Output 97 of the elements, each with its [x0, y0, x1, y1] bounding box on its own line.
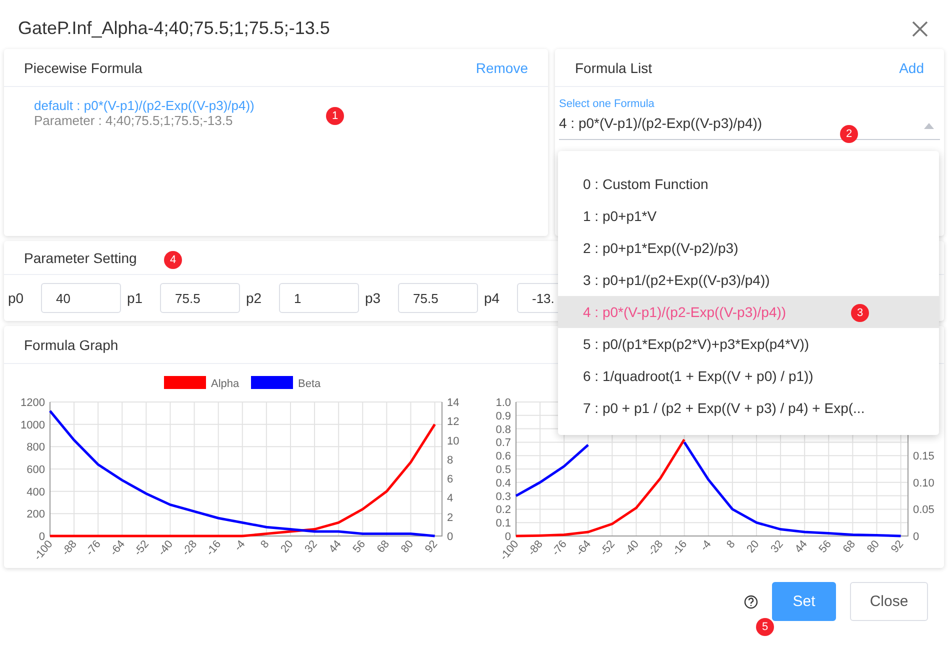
axis-tick-label: -40	[156, 538, 176, 558]
parameter-label: p2	[246, 290, 263, 306]
axis-tick-label: 400	[26, 486, 45, 498]
number-badge: 5	[756, 618, 774, 636]
axis-tick-label: -64	[108, 538, 128, 558]
close-button[interactable]	[910, 18, 930, 38]
axis-tick-label: 80	[398, 538, 416, 556]
axis-tick-label: 0.2	[496, 504, 511, 516]
axis-tick-label: 8	[447, 454, 454, 466]
axis-tick-label: 14	[447, 397, 460, 409]
axis-tick-label: -16	[204, 538, 224, 558]
axis-tick-label: 12	[447, 416, 460, 428]
number-badge: 3	[851, 304, 869, 322]
dropdown-option[interactable]: 5 : p0/(p1*Exp(p2*V)+p3*Exp(p4*V))	[558, 328, 939, 360]
dropdown-option[interactable]: 2 : p0+p1*Exp((V-p2)/p3)	[558, 232, 939, 264]
axis-tick-label: 44	[792, 538, 810, 556]
axis-tick-label: 2	[447, 512, 454, 524]
axis-tick-label: 0.6	[496, 450, 511, 463]
axis-tick-label: -28	[646, 538, 666, 558]
axis-tick-label: 0.5	[496, 464, 511, 476]
dropdown-option[interactable]: 6 : 1/quadroot(1 + Exp((V + p0) / p1))	[558, 360, 939, 392]
axis-tick-label: 800	[26, 442, 45, 454]
axis-tick-label: 10	[447, 435, 460, 448]
axis-tick-label: 1000	[20, 419, 45, 432]
axis-tick-label: 0	[38, 531, 45, 543]
axis-tick-label: -52	[132, 538, 152, 558]
formula-text: default : p0*(V-p1)/(p2-Exp((V-p3)/p4))	[34, 98, 254, 113]
axis-tick-label: 32	[302, 538, 320, 556]
dropdown-option[interactable]: 1 : p0+p1*V	[558, 200, 939, 232]
parameter-label: p4	[484, 290, 501, 306]
axis-tick-label: 92	[423, 538, 440, 556]
legend-swatch	[164, 376, 206, 389]
panel-title: Piecewise Formula	[24, 60, 142, 76]
axis-tick-label: 20	[744, 538, 762, 556]
axis-tick-label: 8	[724, 538, 738, 551]
axis-tick-label: 56	[816, 538, 834, 556]
axis-tick-label: -4	[698, 538, 714, 554]
legend-label: Beta	[298, 378, 321, 390]
axis-tick-label: -76	[84, 538, 104, 558]
axis-tick-label: 1.0	[496, 397, 511, 409]
dropdown-option[interactable]: 4 : p0*(V-p1)/(p2-Exp((V-p3)/p4)) 3	[558, 296, 939, 328]
axis-tick-label: 0	[447, 531, 454, 543]
number-badge: 2	[840, 125, 858, 143]
legend-label: Alpha	[211, 378, 240, 390]
axis-tick-label: -52	[598, 538, 618, 558]
window-title: GateP.Inf_Alpha-4;40;75.5;1;75.5;-13.5	[18, 18, 330, 39]
parameter-input[interactable]: 40	[41, 283, 121, 313]
axis-tick-label: -40	[622, 538, 642, 558]
axis-tick-label: 44	[326, 538, 344, 556]
axis-tick-label: 0.7	[496, 437, 511, 450]
dropdown-option[interactable]: 0 : Custom Function	[558, 168, 939, 200]
axis-tick-label: -88	[60, 538, 80, 558]
axis-tick-label: 20	[278, 538, 296, 556]
parameter-text: Parameter : 4;40;75.5;1;75.5;-13.5	[34, 113, 233, 128]
axis-tick-label: 0.8	[496, 424, 511, 436]
axis-tick-label: 0.15	[913, 450, 934, 463]
axis-tick-label: 4	[447, 492, 454, 505]
axis-tick-label: 0.10	[913, 477, 934, 490]
axis-tick-label: 56	[350, 538, 368, 556]
panel-title: Formula List	[575, 60, 652, 76]
axis-tick-label: 1200	[20, 397, 45, 409]
parameter-input[interactable]: 75.5	[398, 283, 478, 313]
close-button[interactable]: Close	[850, 582, 928, 621]
axis-tick-label: 80	[864, 538, 882, 556]
axis-tick-label: -16	[670, 538, 690, 558]
axis-tick-label: 8	[258, 538, 272, 551]
help-icon	[744, 594, 758, 608]
axis-tick-label: 200	[26, 508, 45, 521]
parameter-input[interactable]: 1	[279, 283, 359, 313]
axis-tick-label: 0.05	[913, 504, 934, 516]
axis-tick-label: -4	[232, 538, 248, 554]
axis-tick-label: 0.9	[496, 410, 511, 422]
axis-tick-label: -64	[574, 538, 594, 558]
number-badge: 4	[164, 251, 182, 269]
parameter-label: p3	[365, 290, 382, 306]
axis-tick-label: 600	[26, 464, 45, 476]
axis-tick-label: 32	[768, 538, 786, 556]
axis-tick-label: -76	[550, 538, 570, 558]
axis-tick-label: 0	[913, 531, 920, 543]
axis-tick-label: 0.1	[496, 518, 511, 530]
parameter-label: p1	[127, 290, 144, 306]
axis-tick-label: 6	[447, 474, 454, 486]
panel-title: Parameter Setting	[24, 250, 137, 266]
parameter-label: p0	[8, 290, 25, 306]
axis-tick-label: 68	[374, 538, 392, 556]
axis-tick-label: 0.4	[496, 477, 511, 490]
axis-tick-label: 68	[840, 538, 858, 556]
dropdown-option[interactable]: 7 : p0 + p1 / (p2 + Exp((V + p3) / p4) + Exp(...	[558, 392, 939, 424]
number-badge: 1	[326, 107, 344, 125]
axis-tick-label: -28	[180, 538, 200, 558]
panel-title: Formula Graph	[24, 336, 118, 352]
axis-tick-label: -88	[526, 538, 546, 558]
axis-tick-label: 92	[889, 538, 906, 556]
axis-tick-label: 0	[504, 531, 511, 543]
parameter-input[interactable]: 75.5	[160, 283, 240, 313]
legend-swatch	[251, 376, 293, 389]
axis-tick-label: 0.3	[496, 490, 511, 503]
